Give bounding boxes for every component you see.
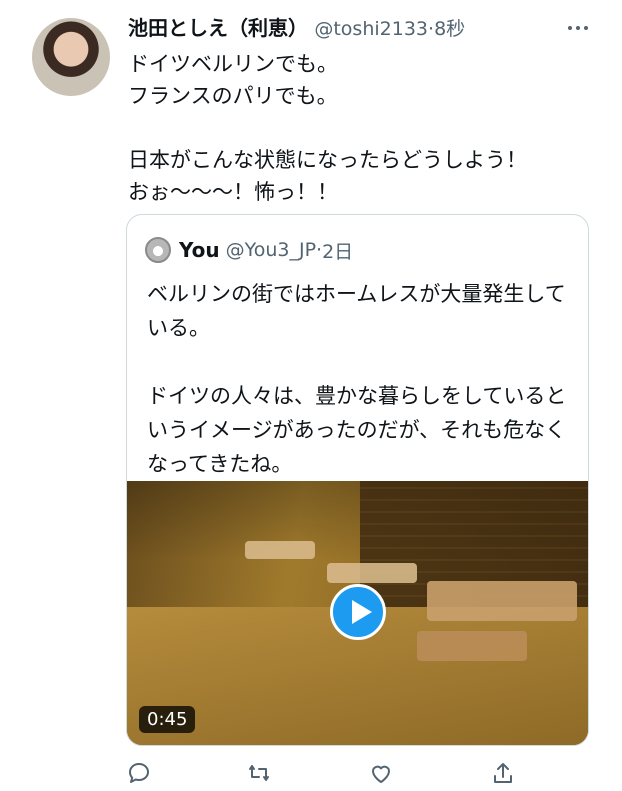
quoted-tweet-card[interactable]: You @You3_JP · 2日 ベルリンの街ではホームレスが大量発生している。 …	[126, 214, 589, 746]
mattress	[417, 631, 527, 661]
quoted-timestamp[interactable]: 2日	[322, 237, 353, 264]
tweet-actions	[126, 760, 516, 786]
video-duration: 0:45	[139, 706, 196, 733]
heart-icon[interactable]	[368, 760, 394, 786]
tweet-text: ドイツベルリンでも。 フランスのパリでも。 日本がこんな状態になったらどうしよう…	[128, 52, 527, 204]
tweet-header: 池田としえ（利恵） @toshi2133·8秒	[128, 14, 465, 43]
share-icon[interactable]	[490, 760, 516, 786]
quoted-tweet-header: You @You3_JP · 2日	[145, 235, 353, 265]
mattress	[427, 581, 577, 621]
timestamp[interactable]: 8秒	[434, 18, 465, 40]
play-icon[interactable]	[330, 584, 386, 640]
quoted-user-handle[interactable]: @You3_JP	[226, 239, 316, 261]
tweet-page: 池田としえ（利恵） @toshi2133·8秒 ドイツベルリンでも。 フランスの…	[0, 0, 622, 791]
more-horizontal-icon[interactable]	[566, 20, 590, 36]
quoted-tweet-text: ベルリンの街ではホームレスが大量発生している。 ドイツの人々は、豊かな暮らしをし…	[147, 282, 567, 476]
quoted-avatar[interactable]	[145, 237, 171, 263]
retweet-icon[interactable]	[246, 760, 272, 786]
avatar[interactable]	[32, 18, 110, 96]
mattress	[327, 563, 417, 583]
display-name[interactable]: 池田としえ（利恵）	[128, 16, 308, 40]
quoted-display-name[interactable]: You	[179, 238, 220, 262]
video-thumbnail[interactable]: 0:45	[127, 481, 588, 745]
mattress	[245, 541, 315, 559]
reply-icon[interactable]	[126, 760, 152, 786]
user-handle[interactable]: @toshi2133	[314, 18, 428, 40]
